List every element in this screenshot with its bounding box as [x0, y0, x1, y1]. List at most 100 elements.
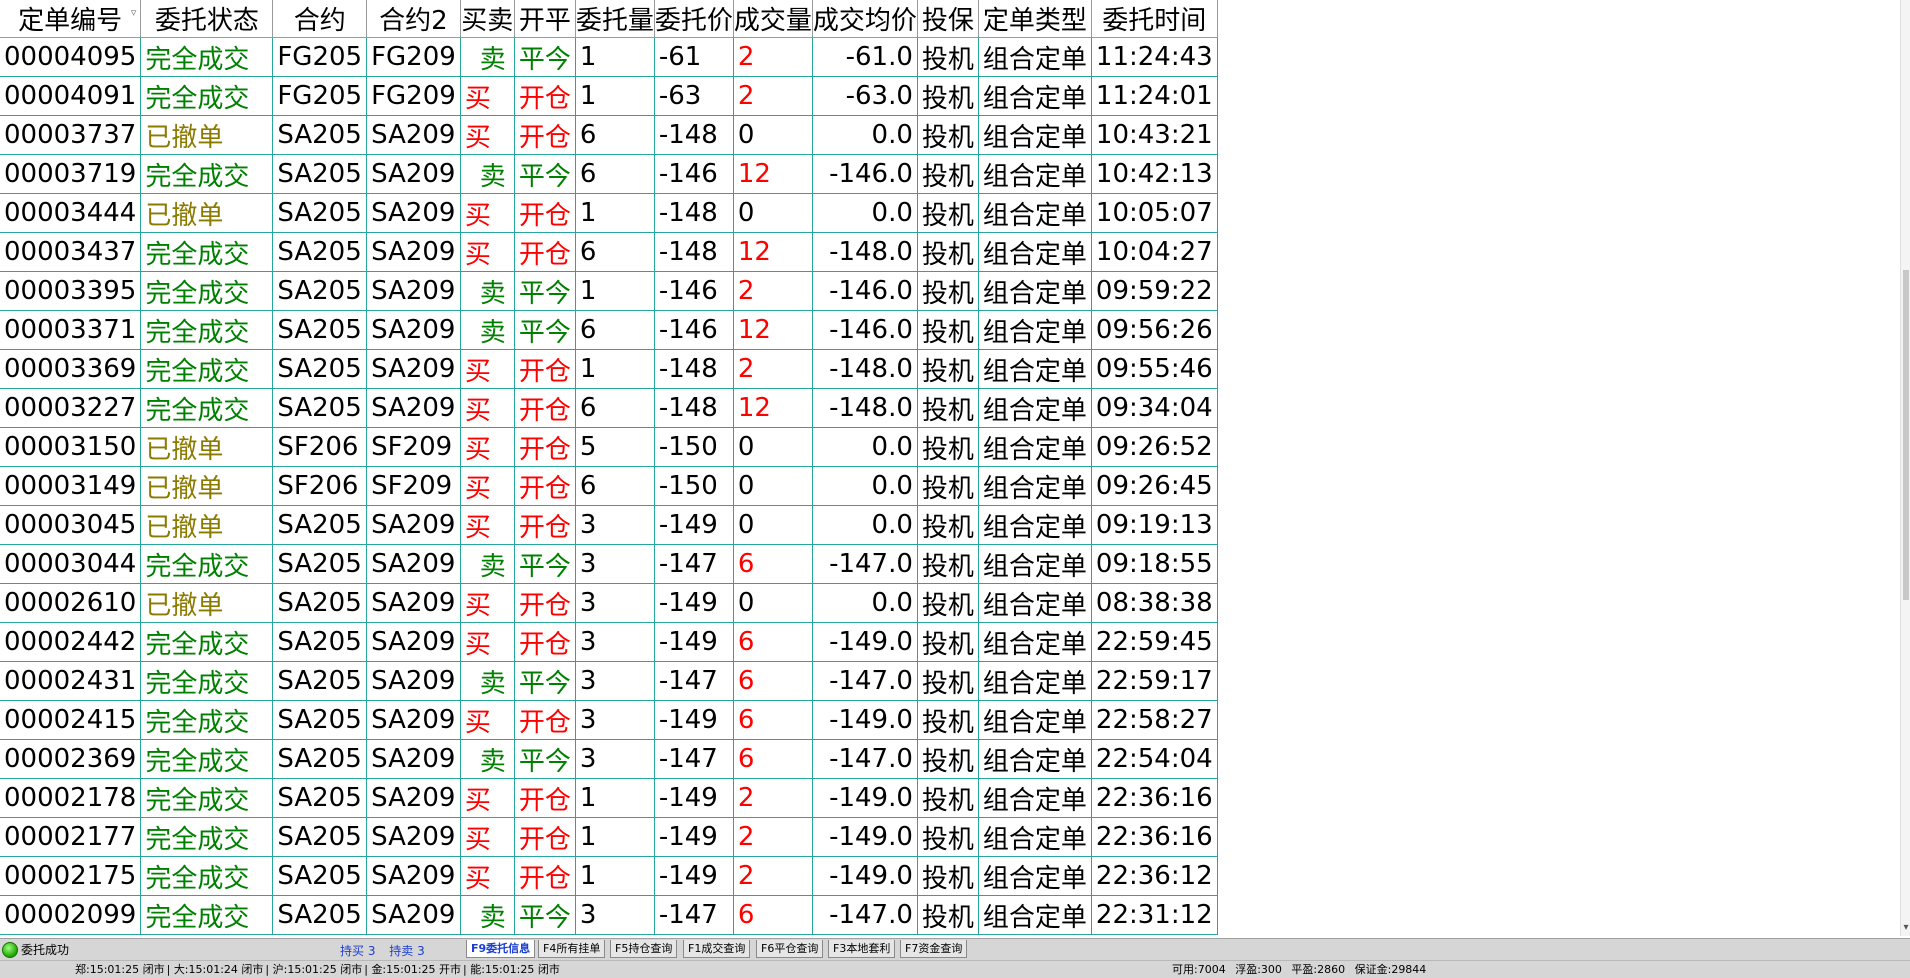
tab-5[interactable]: F6平仓查询 [756, 940, 824, 958]
cell-contract: SA205 [272, 661, 368, 701]
cell-price: -148 [654, 193, 734, 233]
cell-hedge: 投机 [917, 232, 979, 272]
table-row[interactable]: 00003044 完全成交 SA205 SA209 卖平今 3 -147 6 -147.0 投机组… [0, 544, 1218, 584]
cell-id: 00003150 [0, 427, 142, 467]
cell-id: 00002610 [0, 583, 142, 623]
cell-type: 组合定单 [978, 310, 1092, 350]
column-header-avg[interactable]: 成交均价 [812, 0, 918, 38]
cell-avg: 0.0 [812, 427, 918, 467]
table-row[interactable]: 00002415 完全成交 SA205 SA209 买开仓 3 -149 6 -149.0 投机组… [0, 700, 1218, 740]
table-row[interactable]: 00003227 完全成交 SA205 SA209 买开仓 6 -148 12 -148.0 投机… [0, 388, 1218, 428]
cell-qty: 6 [575, 388, 655, 428]
cell-hedge: 投机 [917, 466, 979, 506]
column-header-time[interactable]: 委托时间 [1091, 0, 1218, 38]
cell-type: 组合定单 [978, 778, 1092, 818]
tab-2[interactable]: F4所有挂单 [538, 940, 606, 958]
tab-4[interactable]: F1成交查询 [683, 940, 751, 958]
tab-3[interactable]: F5持仓查询 [610, 940, 678, 958]
cell-hedge: 投机 [917, 76, 979, 116]
cell-hedge: 投机 [917, 349, 979, 389]
cell-type: 组合定单 [978, 700, 1092, 740]
cell-type: 组合定单 [978, 895, 1092, 935]
column-header-hedge[interactable]: 投保 [917, 0, 979, 38]
table-row[interactable]: 00003369 完全成交 SA205 SA209 买开仓 1 -148 2 -148.0 投机组… [0, 349, 1218, 389]
cell-hedge: 投机 [917, 193, 979, 233]
cell-side: 卖 [460, 661, 515, 701]
column-header-type[interactable]: 定单类型 [978, 0, 1092, 38]
column-header-price[interactable]: 委托价 [654, 0, 734, 38]
cell-time: 09:19:13 [1091, 505, 1218, 545]
table-row[interactable]: 00002099 完全成交 SA205 SA209 卖平今 3 -147 6 -147.0 投机组… [0, 895, 1218, 935]
cell-oc: 开仓 [514, 427, 576, 467]
cell-contract: SA205 [272, 856, 368, 896]
column-header-qty[interactable]: 委托量 [575, 0, 655, 38]
cell-id: 00003149 [0, 466, 142, 506]
column-header-side[interactable]: 买卖 [460, 0, 515, 38]
cell-side: 卖 [460, 154, 515, 194]
cell-oc: 开仓 [514, 388, 576, 428]
tab-6[interactable]: F3本地套利 [828, 940, 896, 958]
tab-1[interactable]: F9委托信息 [466, 940, 536, 958]
cell-filled: 2 [733, 856, 813, 896]
cell-avg: -147.0 [812, 895, 918, 935]
cell-oc: 开仓 [514, 466, 576, 506]
cell-oc: 平今 [514, 544, 576, 584]
cell-type: 组合定单 [978, 427, 1092, 467]
column-header-filled[interactable]: 成交量 [733, 0, 813, 38]
tab-7[interactable]: F7资金查询 [900, 940, 968, 958]
cell-filled: 6 [733, 661, 813, 701]
column-header-contract[interactable]: 合约 [272, 0, 368, 38]
buy-hold-count: 持买 3 [340, 944, 376, 958]
tab-status-bar: 委托成功 持买 3 持卖 3 F9委托信息 F4所有挂单 F5持仓查询 F1成交查询 F… [0, 938, 1910, 960]
table-row[interactable]: 00002369 完全成交 SA205 SA209 卖平今 3 -147 6 -147.0 投机组… [0, 739, 1218, 779]
cell-status: 已撤单 [140, 115, 274, 155]
table-row[interactable]: 00003719 完全成交 SA205 SA209 卖平今 6 -146 12 -146.0 投机… [0, 154, 1218, 194]
scroll-down-arrow-icon[interactable]: ▾ [1901, 922, 1910, 934]
status-led-icon [2, 941, 18, 958]
cell-oc: 平今 [514, 895, 576, 935]
cell-side: 卖 [460, 271, 515, 311]
cell-side: 买 [460, 427, 515, 467]
cell-qty: 3 [575, 505, 655, 545]
cell-filled: 2 [733, 349, 813, 389]
cell-id: 00002177 [0, 817, 142, 857]
table-row[interactable]: 00003444 已撤单 SA205 SA209 买开仓 1 -148 0 0.0 投机 组合定单 1… [0, 193, 1218, 233]
table-row[interactable]: 00003150 已撤单 SF206 SF209 买开仓 5 -150 0 0.0 投机 组合定单 0… [0, 427, 1218, 467]
cell-price: -148 [654, 388, 734, 428]
cell-id: 00002415 [0, 700, 142, 740]
scrollbar-thumb[interactable] [1903, 270, 1909, 600]
cell-type: 组合定单 [978, 505, 1092, 545]
cell-status: 完全成交 [140, 388, 274, 428]
cell-hedge: 投机 [917, 154, 979, 194]
column-header-contract2[interactable]: 合约2 [366, 0, 461, 38]
column-header-status[interactable]: 委托状态 [140, 0, 274, 38]
table-row[interactable]: 00003437 完全成交 SA205 SA209 买开仓 6 -148 12 -148.0 投机… [0, 232, 1218, 272]
table-row[interactable]: 00002177 完全成交 SA205 SA209 买开仓 1 -149 2 -149.0 投机组… [0, 817, 1218, 857]
table-row[interactable]: 00003371 完全成交 SA205 SA209 卖平今 6 -146 12 -146.0 投机… [0, 310, 1218, 350]
cell-filled: 0 [733, 583, 813, 623]
cell-contract: SA205 [272, 778, 368, 818]
column-header-oc[interactable]: 开平 [514, 0, 576, 38]
table-row[interactable]: 00003395 完全成交 SA205 SA209 卖平今 1 -146 2 -146.0 投机组… [0, 271, 1218, 311]
table-row[interactable]: 00004095 完全成交 FG205 FG209 卖平今 1 -61 2 -61.0 投机 组合定… [0, 37, 1218, 77]
table-row[interactable]: 00002175 完全成交 SA205 SA209 买开仓 1 -149 2 -149.0 投机组… [0, 856, 1218, 896]
column-header-label: 定单编号 [18, 6, 123, 36]
column-header-id[interactable]: 定单编号 ▿ [0, 0, 142, 38]
vertical-scrollbar[interactable]: ▾ [1900, 0, 1910, 936]
cell-contract2: SA209 [366, 349, 461, 389]
table-row[interactable]: 00002442 完全成交 SA205 SA209 买开仓 3 -149 6 -149.0 投机组… [0, 622, 1218, 662]
column-header-label: 开平 [518, 6, 571, 36]
table-row[interactable]: 00004091 完全成交 FG205 FG209 买开仓 1 -63 2 -63.0 投机 组合定… [0, 76, 1218, 116]
table-row[interactable]: 00002431 完全成交 SA205 SA209 卖平今 3 -147 6 -147.0 投机组… [0, 661, 1218, 701]
table-row[interactable]: 00003045 已撤单 SA205 SA209 买开仓 3 -149 0 0.0 投机 组合定单 0… [0, 505, 1218, 545]
table-row[interactable]: 00003737 已撤单 SA205 SA209 买开仓 6 -148 0 0.0 投机 组合定单 1… [0, 115, 1218, 155]
order-grid[interactable]: 定单编号 ▿ 委托状态 合约 合约2 买卖 开平 委托量 委托价 成交量 成交均价 投保 定单类型 委托时… [0, 0, 1360, 936]
cell-qty: 5 [575, 427, 655, 467]
cell-id: 00003437 [0, 232, 142, 272]
cell-contract: SA205 [272, 700, 368, 740]
table-row[interactable]: 00003149 已撤单 SF206 SF209 买开仓 6 -150 0 0.0 投机 组合定单 0… [0, 466, 1218, 506]
column-header-label: 买卖 [461, 6, 514, 36]
table-row[interactable]: 00002178 完全成交 SA205 SA209 买开仓 1 -149 2 -149.0 投机组… [0, 778, 1218, 818]
cell-contract: SA205 [272, 622, 368, 662]
table-row[interactable]: 00002610 已撤单 SA205 SA209 买开仓 3 -149 0 0.0 投机 组合定单 0… [0, 583, 1218, 623]
